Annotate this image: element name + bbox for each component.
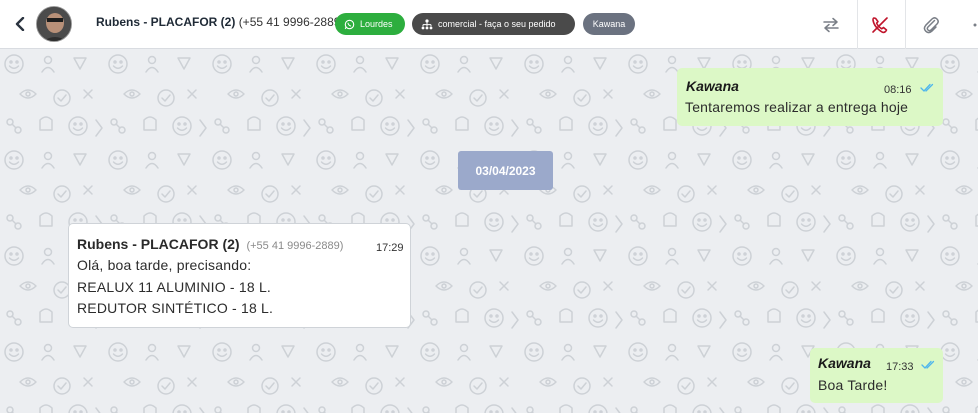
double-check-icon (920, 83, 934, 92)
message-text: Boa Tarde! (818, 377, 888, 393)
tag-department[interactable]: comercial - faça o seu pedido (412, 13, 575, 35)
message-sender: Kawana (686, 78, 739, 94)
contact-name: Rubens - PLACAFOR (2) (96, 15, 236, 29)
avatar-photo-icon (37, 7, 71, 41)
message-text-line: Olá, boa tarde, precisando: (77, 257, 252, 273)
message-sender-phone: (+55 41 9996-2889) (246, 240, 344, 252)
end-call-button[interactable] (867, 12, 893, 38)
double-check-icon (921, 360, 935, 369)
message-header: Rubens - PLACAFOR (2) (+55 41 9996-2889) (77, 234, 343, 256)
message-text-line: REDUTOR SINTÉTICO - 18 L. (77, 300, 274, 316)
message-sender: Rubens - PLACAFOR (2) (77, 236, 240, 252)
message-outgoing[interactable]: Kawana 08:16 Tentaremos realizar a entre… (677, 68, 943, 126)
attach-icon (923, 17, 939, 34)
contact-phone: (+55 41 9996-2889) (238, 15, 345, 29)
more-icon (973, 23, 977, 27)
tag-label: Kawana (592, 19, 626, 29)
org-chart-icon (421, 18, 433, 29)
contact-info[interactable]: Rubens - PLACAFOR (2) (+55 41 9996-2889) (96, 15, 344, 29)
tag-label: Lourdes (360, 19, 393, 29)
chat-header: Rubens - PLACAFOR (2) (+55 41 9996-2889)… (0, 0, 978, 49)
chevron-left-icon (15, 17, 25, 31)
message-time: 17:29 (376, 242, 404, 254)
tag-agent[interactable]: Kawana (583, 13, 635, 35)
header-divider (857, 0, 858, 49)
more-button[interactable] (960, 12, 978, 38)
chat-area[interactable]: Kawana 08:16 Tentaremos realizar a entre… (0, 50, 978, 413)
message-text: Tentaremos realizar a entrega hoje (685, 99, 909, 115)
avatar[interactable] (36, 6, 72, 42)
message-time: 17:33 (886, 361, 914, 373)
message-incoming[interactable]: Rubens - PLACAFOR (2) (+55 41 9996-2889)… (68, 223, 411, 328)
date-separator: 03/04/2023 (458, 151, 553, 190)
message-outgoing[interactable]: Kawana 17:33 Boa Tarde! (810, 348, 943, 403)
back-button[interactable] (9, 13, 31, 35)
whatsapp-icon (344, 19, 355, 29)
end-call-icon (872, 17, 888, 34)
header-divider (905, 0, 906, 49)
message-sender: Kawana (818, 355, 871, 371)
transfer-icon (823, 17, 839, 33)
tag-label: comercial - faça o seu pedido (438, 19, 556, 29)
tag-lourdes[interactable]: Lourdes (335, 13, 405, 35)
transfer-button[interactable] (818, 12, 844, 38)
attach-button[interactable] (918, 12, 944, 38)
message-text-line: REALUX 11 ALUMINIO - 18 L. (77, 279, 272, 295)
